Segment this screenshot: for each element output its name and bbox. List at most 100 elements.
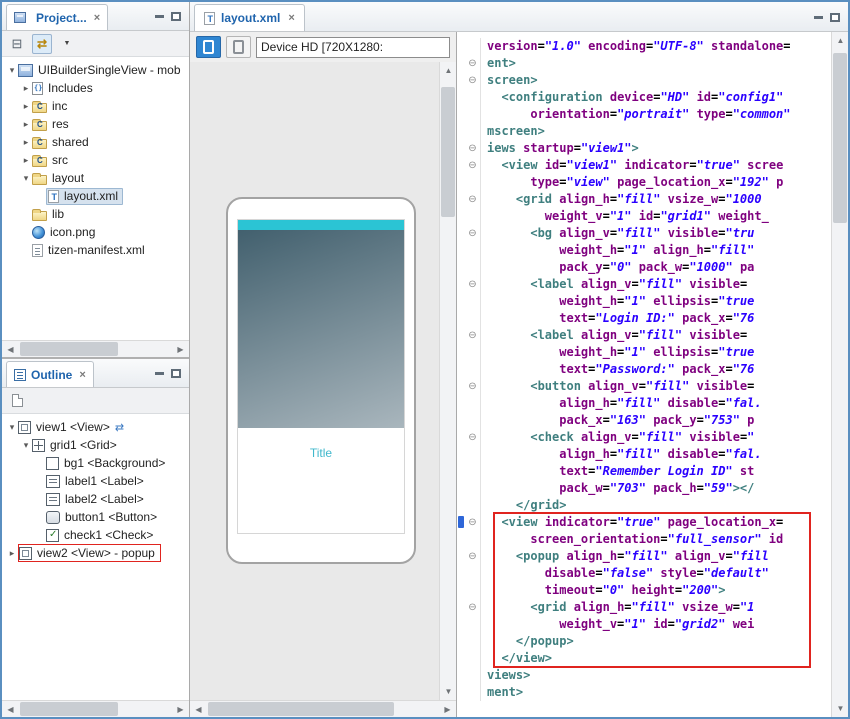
design-canvas[interactable]: Title — [190, 62, 439, 700]
code-line[interactable]: ⊖ <button align_v="fill" visible= — [457, 378, 831, 395]
collapse-all-button[interactable]: ⊟ — [7, 34, 27, 54]
tree-item-inc[interactable]: ▸inc — [2, 97, 189, 115]
close-icon[interactable]: × — [288, 12, 294, 24]
tree-item-label1-label[interactable]: label1 <Label> — [2, 472, 189, 490]
tab-project-explorer[interactable]: Project... × — [6, 4, 108, 30]
code-line[interactable]: pack_w="703" pack_h="59"></ — [457, 480, 831, 497]
code-line[interactable]: mscreen> — [457, 123, 831, 140]
code-line[interactable]: </view> — [457, 650, 831, 667]
scroll-up-icon[interactable]: ▲ — [832, 32, 849, 49]
scroll-left-icon[interactable]: ◀ — [2, 341, 19, 358]
expanded-arrow-icon[interactable]: ▾ — [20, 173, 32, 184]
code-line[interactable]: ⊖ <view indicator="true" page_location_x… — [457, 514, 831, 531]
code-line[interactable]: pack_y="0" pack_w="1000" pa — [457, 259, 831, 276]
maximize-icon[interactable] — [830, 13, 840, 22]
tree-item-includes[interactable]: ▸Includes — [2, 79, 189, 97]
source-vscroll-track[interactable] — [832, 49, 848, 700]
fold-collapse-icon[interactable]: ⊖ — [465, 327, 481, 344]
fold-collapse-icon[interactable]: ⊖ — [465, 276, 481, 293]
design-hscrollbar[interactable]: ◀ ▶ — [190, 700, 456, 717]
code-line[interactable]: weight_v="1" id="grid1" weight_ — [457, 208, 831, 225]
tree-item-bg1-background[interactable]: bg1 <Background> — [2, 454, 189, 472]
code-line[interactable]: ⊖ <check align_v="fill" visible=" — [457, 429, 831, 446]
design-hscroll-thumb[interactable] — [208, 702, 394, 716]
design-vscroll-thumb[interactable] — [441, 87, 455, 217]
fold-collapse-icon[interactable]: ⊖ — [465, 72, 481, 89]
tree-item-res[interactable]: ▸res — [2, 115, 189, 133]
fold-collapse-icon[interactable]: ⊖ — [465, 140, 481, 157]
code-line[interactable]: ⊖iews startup="view1"> — [457, 140, 831, 157]
maximize-icon[interactable] — [171, 369, 181, 378]
code-line[interactable]: ⊖ <popup align_h="fill" align_v="fill — [457, 548, 831, 565]
code-editor[interactable]: version="1.0" encoding="UTF-8" standalon… — [457, 32, 831, 717]
minimize-icon[interactable] — [155, 372, 164, 375]
fold-collapse-icon[interactable]: ⊖ — [465, 378, 481, 395]
minimize-icon[interactable] — [814, 16, 823, 19]
code-line[interactable]: screen_orientation="full_sensor" id — [457, 531, 831, 548]
source-vscroll-thumb[interactable] — [833, 53, 847, 223]
outline-filter-button[interactable] — [7, 391, 27, 411]
tree-item-icon-png[interactable]: icon.png — [2, 223, 189, 241]
phone-title-label[interactable]: Title — [238, 446, 404, 460]
design-hscroll-track[interactable] — [207, 701, 439, 717]
tree-item-view2-view-popup[interactable]: ▸view2 <View> - popup — [2, 544, 189, 562]
code-line[interactable]: ⊖ <label align_v="fill" visible= — [457, 327, 831, 344]
expanded-arrow-icon[interactable]: ▾ — [6, 65, 18, 76]
code-line[interactable]: weight_v="1" id="grid2" wei — [457, 616, 831, 633]
device-view-button[interactable] — [196, 36, 221, 58]
link-with-editor-button[interactable]: ⇄ — [32, 34, 52, 54]
project-hscrollbar[interactable]: ◀ ▶ — [2, 340, 189, 357]
tree-item-uibuildersingleview-mob[interactable]: ▾UIBuilderSingleView - mob — [2, 61, 189, 79]
code-line[interactable]: ⊖ <bg align_v="fill" visible="tru — [457, 225, 831, 242]
fold-collapse-icon[interactable]: ⊖ — [465, 225, 481, 242]
minimize-icon[interactable] — [155, 15, 164, 18]
scroll-right-icon[interactable]: ▶ — [439, 701, 456, 718]
scroll-left-icon[interactable]: ◀ — [190, 701, 207, 718]
code-line[interactable]: text="Remember Login ID" st — [457, 463, 831, 480]
code-line[interactable]: weight_h="1" align_h="fill" — [457, 242, 831, 259]
code-line[interactable]: pack_x="163" pack_y="753" p — [457, 412, 831, 429]
fold-collapse-icon[interactable]: ⊖ — [465, 55, 481, 72]
view-menu-button[interactable]: ▼ — [57, 34, 77, 54]
project-hscroll-track[interactable] — [19, 341, 172, 357]
tree-item-view1-view[interactable]: ▾view1 <View>⇄ — [2, 418, 189, 436]
device-view-secondary-button[interactable] — [226, 36, 251, 58]
code-line[interactable]: ⊖screen> — [457, 72, 831, 89]
tree-item-layout-xml[interactable]: layout.xml — [2, 187, 189, 205]
phone-background-widget[interactable] — [238, 230, 404, 428]
code-line[interactable]: <configuration device="HD" id="config1" — [457, 89, 831, 106]
code-line[interactable]: </grid> — [457, 497, 831, 514]
tree-item-tizen-manifest-xml[interactable]: tizen-manifest.xml — [2, 241, 189, 259]
fold-collapse-icon[interactable]: ⊖ — [465, 514, 481, 531]
collapsed-arrow-icon[interactable]: ▸ — [20, 155, 32, 166]
scroll-down-icon[interactable]: ▼ — [832, 700, 849, 717]
code-line[interactable]: ⊖ <grid align_h="fill" vsize_w="1000 — [457, 191, 831, 208]
scroll-down-icon[interactable]: ▼ — [440, 683, 457, 700]
expanded-arrow-icon[interactable]: ▾ — [6, 422, 18, 433]
code-line[interactable]: align_h="fill" disable="fal. — [457, 446, 831, 463]
code-line[interactable]: ⊖ <view id="view1" indicator="true" scre… — [457, 157, 831, 174]
fold-collapse-icon[interactable]: ⊖ — [465, 548, 481, 565]
tab-outline[interactable]: Outline × — [6, 361, 94, 387]
tree-item-label2-label[interactable]: label2 <Label> — [2, 490, 189, 508]
collapsed-arrow-icon[interactable]: ▸ — [6, 548, 18, 559]
outline-hscroll-track[interactable] — [19, 701, 172, 717]
phone-screen[interactable]: Title — [237, 219, 405, 534]
expanded-arrow-icon[interactable]: ▾ — [20, 440, 32, 451]
scroll-right-icon[interactable]: ▶ — [172, 341, 189, 358]
collapsed-arrow-icon[interactable]: ▸ — [20, 137, 32, 148]
outline-hscroll-thumb[interactable] — [20, 702, 118, 716]
fold-collapse-icon[interactable]: ⊖ — [465, 429, 481, 446]
tree-item-layout[interactable]: ▾layout — [2, 169, 189, 187]
maximize-icon[interactable] — [171, 12, 181, 21]
code-line[interactable]: text="Login ID:" pack_x="76 — [457, 310, 831, 327]
code-line[interactable]: version="1.0" encoding="UTF-8" standalon… — [457, 38, 831, 55]
scroll-up-icon[interactable]: ▲ — [440, 62, 457, 79]
code-line[interactable]: views> — [457, 667, 831, 684]
device-selector[interactable]: Device HD [720X1280: — [256, 37, 450, 58]
code-line[interactable]: text="Password:" pack_x="76 — [457, 361, 831, 378]
code-line[interactable]: weight_h="1" ellipsis="true — [457, 293, 831, 310]
code-line[interactable]: ⊖ <grid align_h="fill" vsize_w="1 — [457, 599, 831, 616]
scroll-right-icon[interactable]: ▶ — [172, 701, 189, 718]
design-vscroll-track[interactable] — [440, 79, 456, 683]
